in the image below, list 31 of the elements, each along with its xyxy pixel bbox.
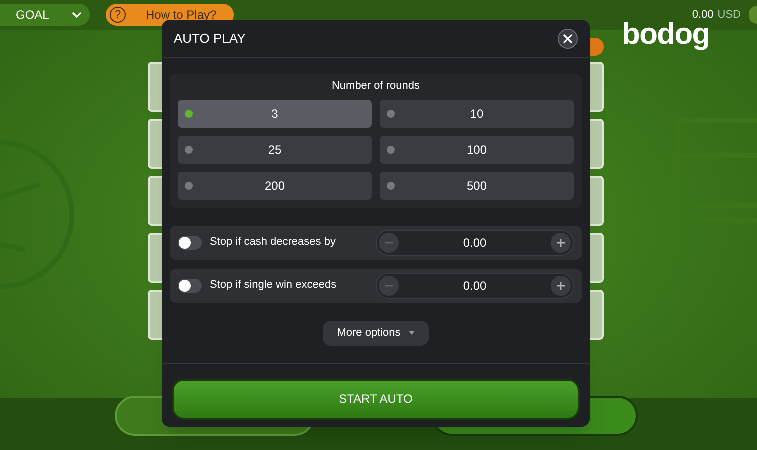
logo: bodog [622, 20, 710, 50]
close-icon [563, 34, 573, 44]
toggle-switch[interactable] [178, 278, 202, 292]
close-button[interactable] [558, 28, 578, 48]
amount-value: 0.00 [463, 278, 487, 294]
rounds-option[interactable]: 200 [178, 172, 372, 200]
game-select[interactable]: GOAL [0, 4, 90, 26]
plus-icon [556, 282, 565, 290]
amount-field[interactable]: 0.00 [376, 230, 574, 256]
chevron-down-icon [72, 12, 82, 18]
rounds-option[interactable]: 10 [380, 100, 574, 128]
stop-condition-label: Stop if single win exceeds [210, 278, 338, 294]
dialog-title: AUTO PLAY [174, 30, 246, 48]
start-auto-button[interactable]: START AUTO [172, 378, 580, 420]
currency-label: USD [718, 8, 741, 23]
question-icon: ? [110, 7, 126, 23]
rounds-option[interactable]: 100 [380, 136, 574, 164]
increase-button[interactable] [550, 232, 571, 252]
more-options-button[interactable]: More options [323, 320, 429, 346]
toggle-switch[interactable] [178, 236, 202, 250]
amount-field[interactable]: 0.00 [376, 272, 574, 298]
caret-down-icon [408, 331, 415, 335]
amount-value: 0.00 [463, 234, 487, 252]
increase-button[interactable] [550, 276, 571, 296]
stop-condition-label: Stop if cash decreases by [210, 235, 337, 250]
plus-icon [556, 238, 565, 246]
balance-amount: 0.00 [692, 8, 714, 22]
rounds-option[interactable]: 500 [380, 172, 574, 200]
rounds-option[interactable]: 3 [178, 100, 372, 128]
rounds-label: Number of rounds [330, 79, 422, 94]
rounds-option[interactable]: 25 [178, 136, 372, 164]
